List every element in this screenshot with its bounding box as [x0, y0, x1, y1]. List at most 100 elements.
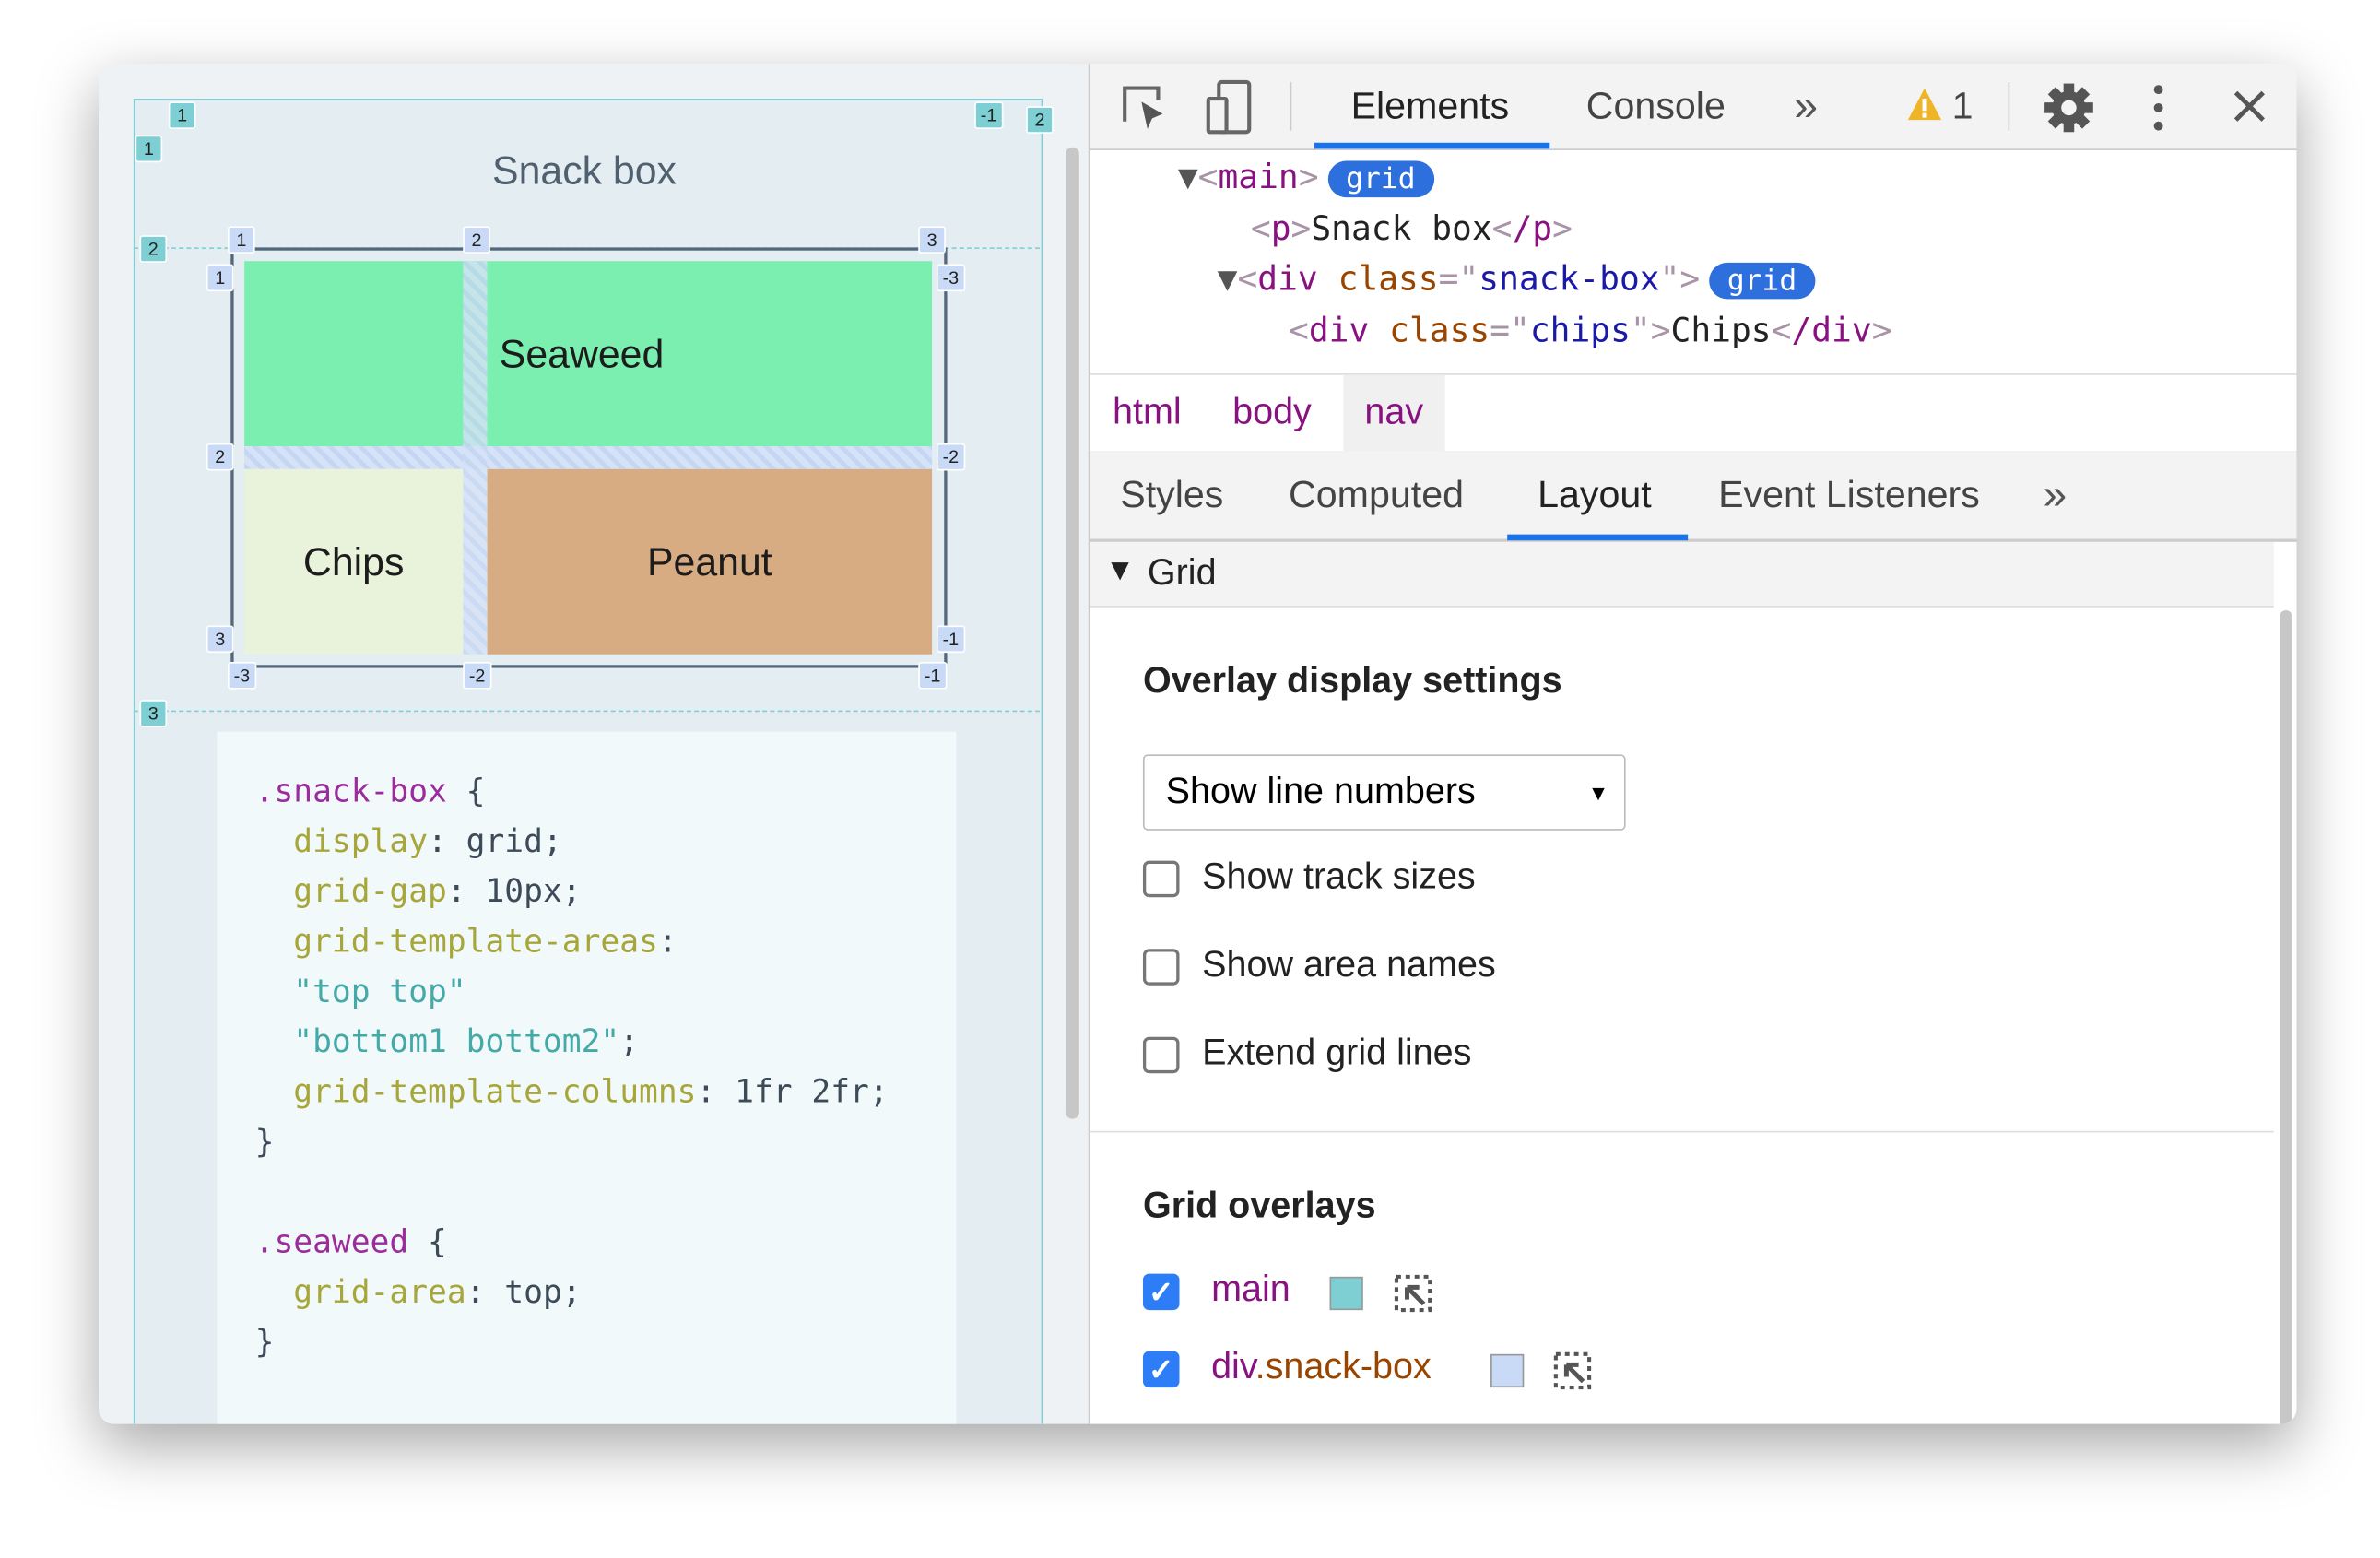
overlay-element-label[interactable]: main — [1211, 1269, 1290, 1312]
code-line: grid-area: top; — [254, 1273, 582, 1311]
code-line: grid-template-columns: 1fr 2fr; — [254, 1073, 889, 1110]
seaweed-label: Seaweed — [499, 330, 665, 376]
breadcrumb-html[interactable]: html — [1113, 375, 1182, 451]
main-grid-label: 2 — [1026, 106, 1054, 134]
code-token: { — [446, 773, 486, 809]
seaweed-item: Seaweed — [244, 261, 933, 447]
settings-gear-icon[interactable] — [2043, 82, 2094, 134]
tab-styles[interactable]: Styles — [1120, 451, 1223, 539]
snack-grid-label: 3 — [206, 625, 234, 654]
highlight-element-icon[interactable] — [1394, 1274, 1433, 1314]
option-label[interactable]: Show track sizes — [1202, 856, 1476, 899]
code-token: : 10px; — [446, 872, 582, 910]
warning-icon[interactable] — [1906, 87, 1943, 124]
row-gap — [244, 446, 933, 469]
chips-item: Chips — [244, 468, 464, 655]
code-token: } — [254, 1323, 275, 1361]
main-grid-label: 1 — [135, 135, 163, 163]
snack-grid-label: -1 — [937, 625, 965, 654]
code-line: .seaweed { — [255, 1223, 447, 1260]
code-token: grid-area — [254, 1273, 466, 1311]
warning-count[interactable]: 1 — [1952, 64, 1974, 148]
overlay-color-swatch[interactable] — [1329, 1276, 1363, 1311]
devtools-toolbar: Elements Console » 1 — [1090, 64, 2297, 151]
snack-grid-label: 2 — [206, 443, 234, 471]
page-scrollbar[interactable] — [1065, 147, 1079, 1119]
overlay-checkbox[interactable]: ✓ — [1142, 1351, 1180, 1388]
snack-grid-label: -1 — [918, 661, 948, 690]
code-line: grid-gap: 10px; — [255, 872, 582, 910]
collapse-triangle-icon: ▼ — [1104, 554, 1136, 588]
overlay-color-swatch[interactable] — [1490, 1353, 1525, 1388]
main-grid-label: 1 — [168, 101, 196, 129]
tab-layout[interactable]: Layout — [1538, 451, 1652, 539]
code-token: .snack-box — [254, 773, 447, 809]
main-grid-label: 3 — [139, 700, 168, 727]
code-line: display: grid; — [255, 823, 562, 860]
select-value: Show line numbers — [1165, 771, 1476, 812]
peanut-item: Peanut — [487, 468, 933, 655]
option-checkbox[interactable] — [1142, 949, 1180, 986]
option-checkbox[interactable] — [1142, 860, 1180, 898]
code-line: .snack-box { — [255, 773, 486, 809]
dom-node-chips[interactable]: <div class="chips">Chips</div> — [1289, 313, 1891, 350]
tab-computed[interactable]: Computed — [1289, 451, 1464, 539]
code-token: "bottom1 bottom2" — [254, 1022, 620, 1060]
chips-label: Chips — [302, 537, 405, 584]
code-token: grid-template-columns — [254, 1073, 697, 1110]
code-line: grid-template-areas: — [255, 923, 677, 960]
grid-badge[interactable]: grid — [1709, 262, 1815, 300]
breadcrumb-nav[interactable]: nav — [1343, 374, 1445, 452]
option-checkbox[interactable] — [1142, 1036, 1180, 1074]
more-subtabs-chevron-icon[interactable]: » — [2043, 451, 2067, 539]
dom-node-main[interactable]: ▼<main> grid — [1178, 159, 1434, 198]
main-grid-label: -1 — [974, 101, 1003, 129]
tab-console[interactable]: Console — [1586, 64, 1726, 148]
dom-node-p[interactable]: <p>Snack box</p> — [1251, 211, 1573, 249]
code-line: "top top" — [255, 974, 465, 1010]
close-icon[interactable] — [2232, 89, 2268, 125]
snack-grid-label: 1 — [228, 226, 255, 254]
snack-grid-label: -3 — [228, 661, 256, 690]
device-toolbar-icon[interactable] — [1204, 79, 1255, 137]
breadcrumb-body[interactable]: body — [1232, 375, 1312, 451]
overlay-checkbox[interactable]: ✓ — [1142, 1273, 1180, 1311]
browser-window: Snack box Seaweed Chips Peanut 1 1 -1 2 … — [99, 64, 2297, 1424]
code-line: "bottom1 bottom2"; — [255, 1023, 639, 1060]
dropdown-arrow-icon: ▼ — [1587, 780, 1609, 805]
option-label[interactable]: Extend grid lines — [1202, 1033, 1471, 1075]
tab-elements[interactable]: Elements — [1351, 64, 1510, 148]
code-token: : — [657, 923, 677, 960]
toolbar-divider — [1290, 81, 1292, 131]
inspect-element-icon[interactable] — [1120, 82, 1169, 134]
code-token: : top; — [465, 1273, 582, 1311]
stage: Snack box Seaweed Chips Peanut 1 1 -1 2 … — [0, 0, 2380, 1558]
snack-grid-label: 3 — [918, 226, 946, 254]
dom-node-snack-box[interactable]: ▼<div class="snack-box"> grid — [1218, 261, 1815, 300]
more-tabs-chevron-icon[interactable]: » — [1794, 64, 1818, 148]
active-subtab-indicator — [1507, 534, 1689, 541]
devtools-panel: Elements Console » 1 ▼<main> grid <p>Snac… — [1088, 64, 2297, 1424]
snack-grid-label: 1 — [206, 264, 234, 292]
layout-scrollbar[interactable] — [2280, 609, 2292, 1424]
overlay-settings-title: Overlay display settings — [1142, 660, 1562, 702]
code-token: .seaweed — [254, 1223, 409, 1260]
peanut-label: Peanut — [646, 537, 772, 584]
more-vertical-icon[interactable] — [2150, 82, 2168, 134]
main-grid-label: 2 — [139, 235, 168, 263]
grid-section-header[interactable]: ▼ Grid — [1090, 541, 2274, 608]
code-token: : 1fr 2fr; — [696, 1073, 889, 1110]
line-numbers-select[interactable]: Show line numbers ▼ — [1142, 754, 1626, 831]
grid-badge[interactable]: grid — [1327, 160, 1434, 198]
code-token: } — [254, 1123, 275, 1161]
code-line: } — [255, 1324, 275, 1361]
option-label[interactable]: Show area names — [1202, 944, 1496, 986]
column-gap — [463, 261, 488, 655]
page-viewport: Snack box Seaweed Chips Peanut 1 1 -1 2 … — [99, 64, 1079, 1424]
toolbar-divider — [2008, 81, 2010, 131]
highlight-element-icon[interactable] — [1553, 1351, 1593, 1391]
snack-grid-label: -2 — [463, 661, 491, 690]
code-line: } — [255, 1124, 275, 1161]
tab-event-listeners[interactable]: Event Listeners — [1718, 451, 1980, 539]
overlay-element-label[interactable]: div.snack-box — [1211, 1347, 1432, 1389]
